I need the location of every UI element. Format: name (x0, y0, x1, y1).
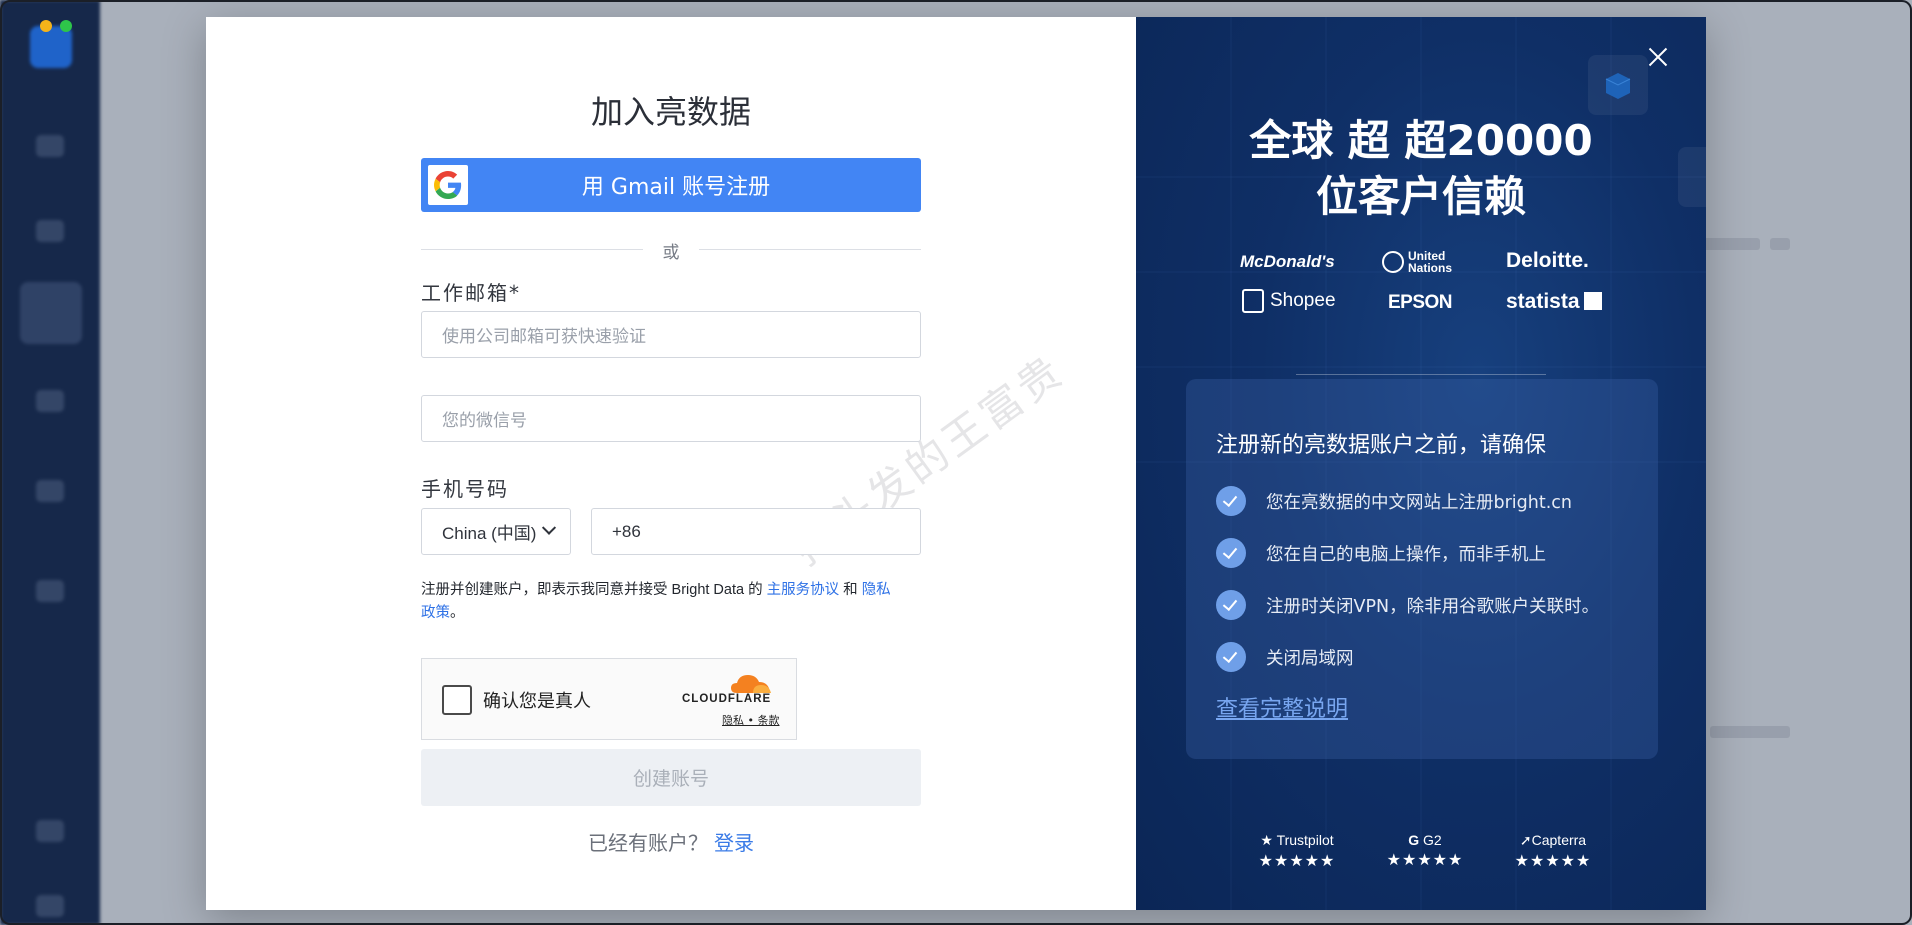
gmail-signup-button[interactable]: 用 Gmail 账号注册 (421, 158, 921, 212)
background-text (1710, 726, 1790, 738)
signup-form-panel: 掉头发的王富贵 加入亮数据 用 Gmail 账号注册 或 工作邮箱* 使用公司邮… (206, 17, 1136, 910)
cloudflare-logo-icon (731, 675, 771, 693)
trustpilot-rating: ★ Trustpilot ★★★★★ (1252, 832, 1342, 870)
phone-prefix: +86 (612, 521, 641, 541)
checklist-item: 注册时关闭VPN，除非用谷歌账户关联时。 (1216, 590, 1599, 620)
trustpilot-stars: ★★★★★ (1258, 851, 1336, 870)
g2-name: G G2 (1408, 832, 1442, 848)
signup-modal: 掉头发的王富贵 加入亮数据 用 Gmail 账号注册 或 工作邮箱* 使用公司邮… (206, 17, 1706, 910)
nav-active-item (20, 282, 82, 344)
checklist-title: 注册新的亮数据账户之前，请确保 (1216, 433, 1547, 458)
close-icon[interactable] (1638, 37, 1678, 77)
email-field[interactable]: 使用公司邮箱可获快速验证 (421, 311, 921, 358)
nav-icon (36, 480, 64, 502)
logo-mcdonalds: McDonald's (1240, 252, 1335, 271)
checklist-item: 您在自己的电脑上操作，而非手机上 (1216, 538, 1546, 568)
background-text (1700, 238, 1760, 250)
capterra-rating: ➚Capterra ★★★★★ (1508, 832, 1598, 870)
capterra-logo-icon: ➚ (1519, 832, 1532, 848)
checklist-item-text: 您在自己的电脑上操作，而非手机上 (1266, 544, 1546, 565)
chevron-down-icon (542, 520, 557, 535)
capterra-name: ➚Capterra (1519, 832, 1587, 848)
check-icon (1216, 590, 1246, 620)
background-text (1770, 238, 1790, 250)
terms-and: 和 (843, 582, 858, 598)
logo-statista: statista (1506, 290, 1602, 314)
logo-united-nations: United Nations (1382, 250, 1472, 274)
terms-text: 注册并创建账户，即表示我同意并接受 Bright Data 的 主服务协议 和 … (421, 579, 921, 625)
logo-shopee: Shopee (1242, 289, 1336, 313)
trustpilot-name: ★ Trustpilot (1260, 832, 1334, 848)
phone-label: 手机号码 (421, 477, 509, 501)
email-label: 工作邮箱* (421, 281, 521, 305)
nav-icon (36, 895, 64, 917)
logo-deloitte: Deloitte. (1506, 249, 1589, 272)
login-prompt-text: 已经有账户？ (588, 831, 708, 855)
or-text: 或 (662, 243, 680, 263)
captcha-checkbox[interactable] (442, 685, 472, 715)
promo-headline: 全球 超 超20000 位客户信赖 (1136, 113, 1706, 225)
checklist-item: 关闭局域网 (1216, 642, 1354, 672)
headline-line2: 位客户信赖 (1315, 172, 1526, 221)
google-icon (428, 165, 468, 205)
wechat-field[interactable]: 您的微信号 (421, 395, 921, 442)
login-prompt: 已经有账户？ 登录 (421, 827, 921, 856)
create-account-button[interactable]: 创建账号 (421, 749, 921, 806)
g2-stars: ★★★★★ (1386, 850, 1464, 869)
cloudflare-brand: CLOUDFLARE (682, 693, 772, 705)
gmail-button-label: 用 Gmail 账号注册 (581, 175, 771, 200)
checklist-item-text: 关闭局域网 (1266, 648, 1354, 669)
captcha-widget: 确认您是真人 CLOUDFLARE 隐私 • 条款 (421, 658, 797, 740)
checklist-item: 您在亮数据的中文网站上注册bright.cn (1216, 486, 1572, 516)
nav-icon (36, 820, 64, 842)
email-placeholder: 使用公司邮箱可获快速验证 (442, 327, 646, 346)
logos-divider (1296, 374, 1546, 375)
checklist-card: 注册新的亮数据账户之前，请确保 您在亮数据的中文网站上注册bright.cn 您… (1186, 379, 1658, 759)
headline-line1: 全球 超 超20000 (1249, 116, 1593, 165)
or-divider: 或 (421, 239, 921, 263)
check-icon (1216, 642, 1246, 672)
country-select-value: China (中国) (442, 524, 537, 543)
logo-epson: EPSON (1388, 292, 1453, 313)
check-icon (1216, 486, 1246, 516)
phone-field[interactable]: +86 (591, 508, 921, 555)
page-title: 加入亮数据 (590, 93, 751, 131)
chart-icon (36, 390, 64, 412)
checklist-item-text: 注册时关闭VPN，除非用谷歌账户关联时。 (1266, 596, 1600, 617)
privacy-link-part1[interactable]: 隐私 (862, 582, 891, 598)
service-agreement-link[interactable]: 主服务协议 (767, 582, 840, 598)
promo-panel: 全球 超 超20000 位客户信赖 McDonald's United Nati… (1136, 17, 1706, 910)
g2-rating: G G2 ★★★★★ (1380, 832, 1470, 869)
terms-prefix: 注册并创建账户，即表示我同意并接受 Bright Data 的 (421, 582, 763, 598)
nav-icon (36, 220, 64, 242)
chart-icon (36, 580, 64, 602)
home-icon (36, 135, 64, 157)
app-logo-icon (30, 26, 72, 68)
background-sidebar (0, 0, 100, 925)
captcha-links[interactable]: 隐私 • 条款 (722, 712, 779, 728)
window-maximize-dot[interactable] (60, 20, 72, 32)
checklist-item-text: 您在亮数据的中文网站上注册bright.cn (1266, 492, 1573, 513)
terms-end: 。 (450, 605, 465, 621)
check-icon (1216, 538, 1246, 568)
login-link[interactable]: 登录 (714, 831, 754, 855)
g2-logo-icon: G (1408, 832, 1424, 848)
full-instructions-link[interactable]: 查看完整说明 (1216, 691, 1348, 723)
captcha-label: 确认您是真人 (483, 691, 591, 712)
privacy-link-part2[interactable]: 政策 (421, 605, 450, 621)
wechat-placeholder: 您的微信号 (442, 411, 527, 430)
country-select[interactable]: China (中国) (421, 508, 571, 555)
capterra-stars: ★★★★★ (1514, 851, 1592, 870)
window-minimize-dot[interactable] (40, 20, 52, 32)
